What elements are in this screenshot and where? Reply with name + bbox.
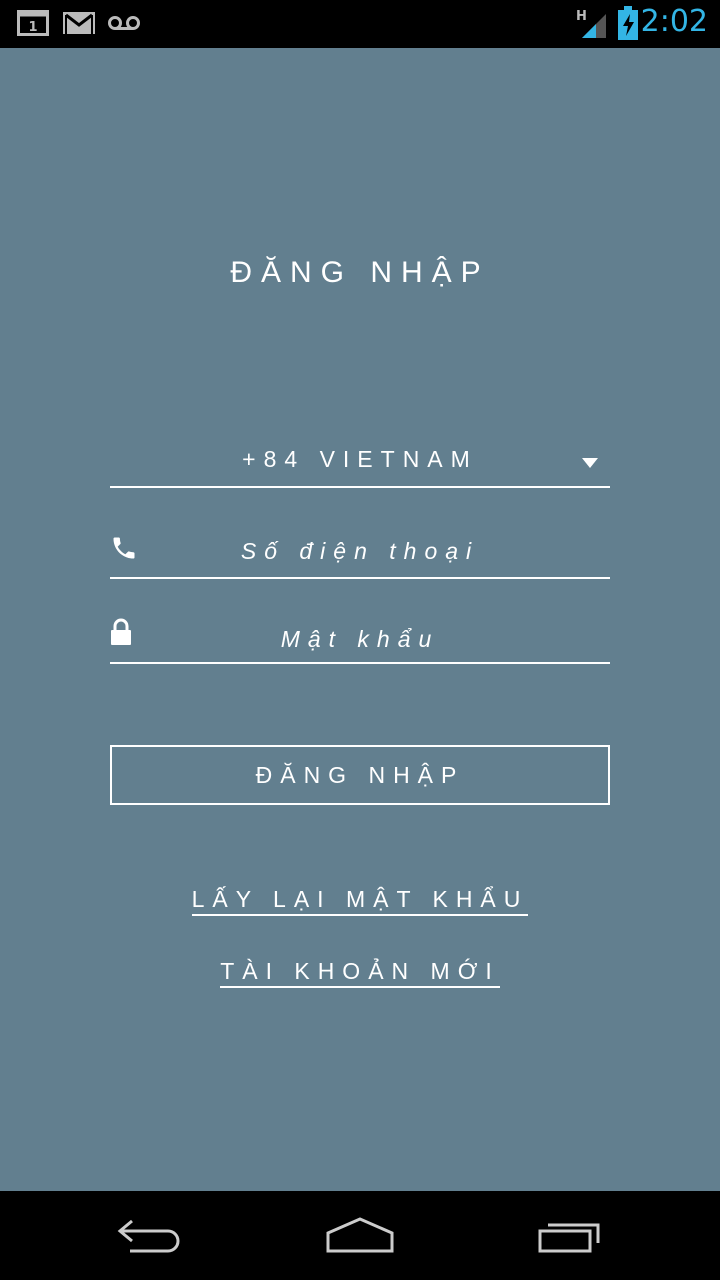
forgot-password-link[interactable]: LẤY LẠI MẬT KHẨU xyxy=(191,886,529,916)
page-title: ĐĂNG NHẬP xyxy=(230,256,490,289)
recent-apps-icon[interactable] xyxy=(532,1213,612,1259)
calendar-notification-icon: 1 xyxy=(17,10,49,41)
battery-charging-icon xyxy=(617,6,639,45)
navigation-bar xyxy=(0,1191,720,1280)
home-icon[interactable] xyxy=(320,1213,400,1259)
status-bar: 1 H 2:02 xyxy=(0,0,720,48)
voicemail-icon xyxy=(108,14,140,37)
network-type-text: H xyxy=(576,9,587,24)
login-button[interactable]: ĐĂNG NHẬP xyxy=(110,745,610,805)
register-row: TÀI KHOẢN MỚI xyxy=(0,958,720,988)
country-selector[interactable]: +84 VIETNAM xyxy=(110,438,610,488)
dropdown-arrow-icon xyxy=(582,458,598,468)
phone-input[interactable] xyxy=(110,534,610,568)
register-link[interactable]: TÀI KHOẢN MỚI xyxy=(220,958,500,988)
password-field[interactable] xyxy=(110,614,610,664)
calendar-day-text: 1 xyxy=(28,20,37,35)
status-time: 2:02 xyxy=(640,4,708,39)
gmail-icon xyxy=(63,12,95,39)
login-screen: ĐĂNG NHẬP +84 VIETNAM ĐĂNG NHẬP LẤY LẠI … xyxy=(0,48,720,1191)
signal-h-icon: H xyxy=(576,6,610,45)
password-input[interactable] xyxy=(110,622,610,656)
back-icon[interactable] xyxy=(110,1213,190,1259)
country-selector-label: +84 VIETNAM xyxy=(242,446,478,472)
forgot-password-row: LẤY LẠI MẬT KHẨU xyxy=(0,886,720,916)
phone-field[interactable] xyxy=(110,526,610,579)
